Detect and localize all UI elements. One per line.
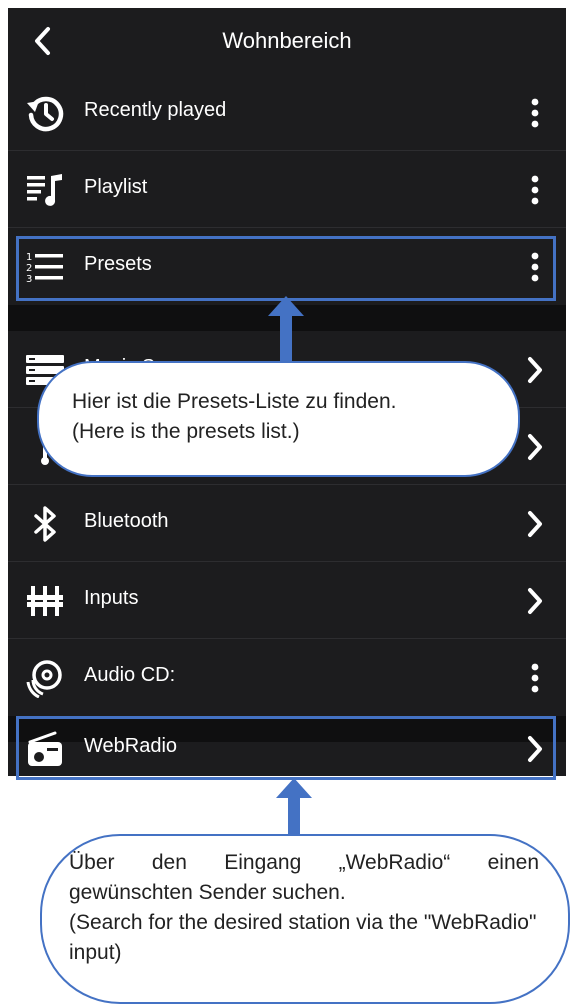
more-vertical-icon <box>531 98 539 128</box>
audio-cd-icon <box>24 657 66 699</box>
open-button[interactable] <box>516 504 554 544</box>
playlist-icon <box>24 169 66 211</box>
menu-item-inputs[interactable]: Inputs <box>8 562 566 639</box>
callout-text-de: Über den Eingang „WebRadio“ einen gewüns… <box>69 851 539 904</box>
chevron-right-icon <box>528 511 542 537</box>
menu-item-audio-cd[interactable]: Audio CD: <box>8 639 566 716</box>
bluetooth-icon <box>24 503 66 545</box>
chevron-left-icon <box>35 27 50 55</box>
open-button[interactable] <box>516 350 554 390</box>
navigation-header: Wohnbereich <box>8 8 566 74</box>
inputs-icon <box>24 580 66 622</box>
callout-text-en: (Here is the presets list.) <box>72 420 300 443</box>
more-options-button[interactable] <box>516 93 554 133</box>
menu-item-label: Bluetooth <box>84 510 169 532</box>
menu-item-label: Playlist <box>84 176 148 198</box>
callout-text-en: (Search for the desired station via the … <box>69 911 537 964</box>
more-options-button[interactable] <box>516 170 554 210</box>
menu-item-recently-played[interactable]: Recently played <box>8 74 566 151</box>
menu-item-label: Inputs <box>84 587 139 609</box>
more-options-button[interactable] <box>516 658 554 698</box>
menu-item-playlist[interactable]: Playlist <box>8 151 566 228</box>
page-title: Wohnbereich <box>222 28 352 53</box>
menu-item-label: Audio CD: <box>84 664 176 686</box>
callout-text-de: Hier ist die Presets-Liste zu finden. <box>72 390 397 413</box>
open-button[interactable] <box>516 427 554 467</box>
presets-highlight-box <box>16 236 556 301</box>
more-vertical-icon <box>531 175 539 205</box>
webradio-callout: Über den Eingang „WebRadio“ einen gewüns… <box>40 834 570 1004</box>
more-vertical-icon <box>531 663 539 693</box>
back-button[interactable] <box>26 24 60 58</box>
webradio-highlight-box <box>16 716 556 780</box>
history-icon <box>24 92 66 134</box>
open-button[interactable] <box>516 581 554 621</box>
chevron-right-icon <box>528 357 542 383</box>
menu-item-bluetooth[interactable]: Bluetooth <box>8 485 566 562</box>
chevron-right-icon <box>528 588 542 614</box>
chevron-right-icon <box>528 434 542 460</box>
menu-item-label: Recently played <box>84 99 227 121</box>
presets-callout: Hier ist die Presets-Liste zu finden. (H… <box>37 361 520 477</box>
